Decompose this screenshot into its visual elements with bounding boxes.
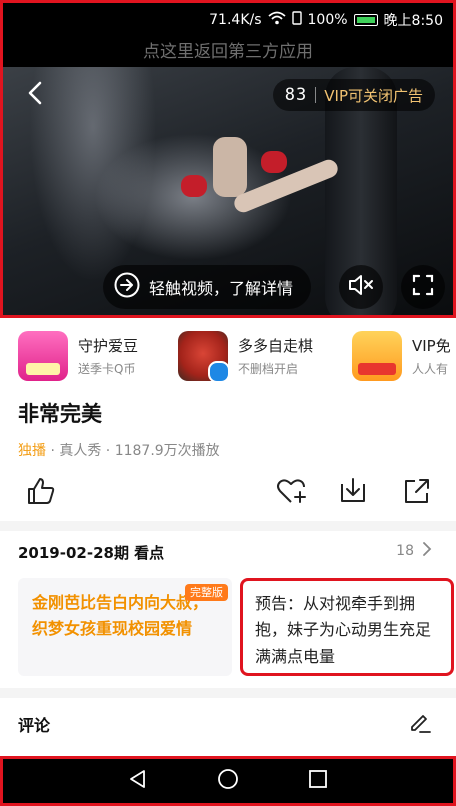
download-icon bbox=[338, 478, 368, 510]
status-bar: 71.4K/s 100% 晚上8:50 bbox=[3, 3, 453, 37]
episode-heading: 2019-02-28期 看点 bbox=[18, 544, 165, 562]
app-icon bbox=[18, 331, 68, 381]
exclusive-tag: 独播 bbox=[18, 443, 46, 459]
vip-close-ad-button[interactable]: 83 VIP可关闭广告 bbox=[272, 79, 435, 111]
app-ad-title: 守护爱豆 bbox=[78, 337, 139, 355]
battery-percent: 100% bbox=[307, 12, 348, 28]
ad-countdown: 83 bbox=[284, 85, 308, 105]
app-icon bbox=[178, 331, 230, 383]
app-ad-item[interactable]: VIP免 人人有 bbox=[352, 331, 451, 381]
collect-button[interactable] bbox=[276, 476, 306, 506]
comments-title: 评论 bbox=[18, 716, 51, 735]
chevron-right-icon bbox=[422, 542, 432, 560]
app-ad-title: 多多自走棋 bbox=[238, 337, 314, 355]
share-button[interactable] bbox=[402, 476, 432, 506]
full-version-badge: 完整版 bbox=[185, 584, 228, 602]
arrow-in-circle-icon bbox=[113, 271, 141, 303]
thumbs-up-icon bbox=[26, 478, 56, 510]
learn-more-button[interactable]: 轻触视频，了解详情 bbox=[103, 265, 312, 309]
write-comment-button[interactable] bbox=[408, 710, 432, 734]
network-speed: 71.4K/s bbox=[209, 12, 262, 28]
section-divider bbox=[0, 688, 456, 698]
boxing-glove bbox=[261, 151, 287, 173]
sim-icon bbox=[291, 11, 302, 29]
speaker-muted-icon bbox=[347, 273, 375, 301]
triangle-back-icon bbox=[127, 768, 149, 794]
vip-close-ad-label: VIP可关闭广告 bbox=[324, 86, 423, 105]
app-ad-subtitle: 不删档开启 bbox=[238, 362, 299, 376]
fullscreen-button[interactable] bbox=[401, 265, 445, 309]
episode-card[interactable]: 完整版 金刚芭比告白内向大叔，织梦女孩重现校园爱情 bbox=[18, 578, 232, 676]
square-recents-icon bbox=[308, 769, 328, 793]
app-icon bbox=[352, 331, 402, 381]
learn-more-label: 轻触视频，了解详情 bbox=[149, 279, 294, 298]
video-player[interactable]: 71.4K/s 100% 晚上8:50 点这里返回第三方应用 83 VIP可关闭… bbox=[0, 0, 456, 318]
episode-count-link[interactable]: 18 bbox=[396, 542, 432, 560]
app-ad-row: 守护爱豆 送季卡Q币 多多自走棋 不删档开启 VIP免 人人有 bbox=[0, 327, 456, 387]
nav-recents-button[interactable] bbox=[306, 769, 330, 793]
app-ad-subtitle: 送季卡Q币 bbox=[78, 362, 136, 376]
show-meta-text: · 真人秀 · 1187.9万次播放 bbox=[46, 443, 220, 459]
app-ad-item[interactable]: 守护爱豆 送季卡Q币 bbox=[18, 331, 138, 381]
episode-card-preview[interactable]: 预告：从对视牵手到拥抱，妹子为心动男生充足满满点电量 bbox=[240, 578, 454, 676]
episode-card-text: 预告：从对视牵手到拥抱，妹子为心动男生充足满满点电量 bbox=[255, 594, 432, 666]
nav-back-button[interactable] bbox=[126, 769, 150, 793]
fighter bbox=[213, 137, 247, 197]
show-meta: 独播 · 真人秀 · 1187.9万次播放 bbox=[18, 440, 220, 460]
heart-plus-icon bbox=[276, 479, 308, 510]
fullscreen-icon bbox=[411, 273, 435, 301]
separator bbox=[315, 87, 317, 103]
section-divider bbox=[0, 521, 456, 531]
app-ad-item[interactable]: 多多自走棋 不删档开启 bbox=[178, 331, 314, 383]
app-ad-title: VIP免 bbox=[412, 337, 451, 355]
app-ad-subtitle: 人人有 bbox=[412, 362, 449, 376]
battery-icon bbox=[353, 14, 378, 26]
share-icon bbox=[402, 479, 432, 510]
nav-home-button[interactable] bbox=[216, 769, 240, 793]
like-button[interactable] bbox=[26, 476, 56, 506]
wifi-icon bbox=[267, 11, 286, 29]
circle-home-icon bbox=[217, 768, 239, 794]
download-button[interactable] bbox=[338, 476, 368, 506]
pencil-icon bbox=[408, 715, 432, 738]
back-arrow-icon[interactable] bbox=[25, 81, 47, 105]
action-bar bbox=[0, 476, 456, 512]
show-title: 非常完美 bbox=[18, 402, 102, 426]
mute-button[interactable] bbox=[339, 265, 383, 309]
boxing-glove bbox=[181, 175, 207, 197]
episode-count: 18 bbox=[396, 543, 414, 559]
episode-card-text: 金刚芭比告白内向大叔，织梦女孩重现校园爱情 bbox=[32, 593, 209, 639]
clock: 晚上8:50 bbox=[383, 13, 443, 29]
system-nav-bar bbox=[0, 756, 456, 806]
back-to-third-party-app[interactable]: 点这里返回第三方应用 bbox=[3, 37, 453, 67]
